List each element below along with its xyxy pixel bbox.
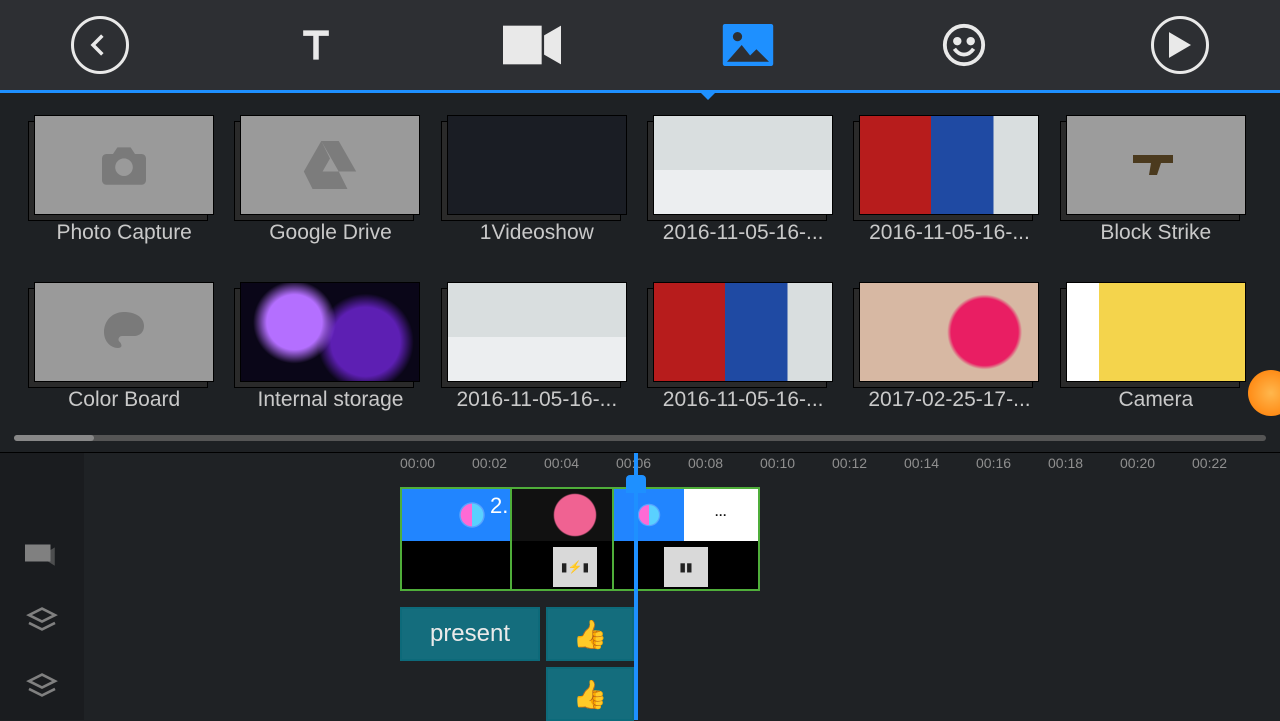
tile-google-drive[interactable]: Google Drive [236,115,424,264]
video-tab[interactable] [502,15,562,75]
media-grid: Photo Capture Google Drive 1Videoshow 20… [0,93,1280,435]
tile-label: 2016-11-05-16-... [663,388,824,412]
thumbnail [447,282,627,382]
tick: 00:18 [1048,455,1120,477]
tile-photo[interactable]: 2016-11-05-16-... [443,282,631,431]
emoji-tab[interactable] [934,15,994,75]
tile-label: 2016-11-05-16-... [456,388,617,412]
transition-icon[interactable]: ▮▮ [664,547,708,587]
tile-label: 2016-11-05-16-... [869,221,1030,245]
camcorder-icon [503,25,561,65]
tile-block-strike[interactable]: Block Strike [1062,115,1250,264]
tick: 00:12 [832,455,904,477]
tile-camera-folder[interactable]: Camera [1062,282,1250,431]
tile-photo[interactable]: 2016-11-05-16-... [855,115,1043,264]
tick: 00:08 [688,455,760,477]
track-headers [0,453,84,720]
thumbnail [447,115,627,215]
top-toolbar [0,0,1280,90]
tile-label: Google Drive [269,221,392,245]
thumbnail [240,282,420,382]
smile-icon [941,22,987,68]
play-icon [1151,16,1209,74]
thumbnail [859,115,1039,215]
layers-icon[interactable] [26,672,58,703]
thumbs-up-icon: 👍 [573,618,608,651]
tick: 00:10 [760,455,832,477]
tile-label: Block Strike [1100,221,1211,245]
overlay-track-2[interactable]: 👍 [546,667,634,721]
sticker-clip[interactable]: 👍 [546,667,634,721]
palette-icon [35,283,213,381]
text-icon [294,23,338,67]
tile-photo[interactable]: 2017-02-25-17-... [855,282,1043,431]
drive-icon [241,116,419,214]
video-track-icon[interactable] [25,540,59,571]
tick: 00:04 [544,455,616,477]
tile-videoshow[interactable]: 1Videoshow [443,115,631,264]
thumbs-up-icon: 👍 [573,678,608,711]
overlay-label: present [430,620,510,648]
active-tab-pointer [698,90,718,100]
tile-label: Internal storage [258,388,404,412]
thumbnail [653,115,833,215]
tick: 00:14 [904,455,976,477]
timeline[interactable]: 00:00 00:02 00:04 00:06 00:08 00:10 00:1… [0,452,1280,720]
text-overlay-clip[interactable]: present [400,607,540,661]
gun-icon [1067,116,1245,214]
thumbnail [653,282,833,382]
tile-label: Photo Capture [56,221,191,245]
tile-photo[interactable]: 2016-11-05-16-... [649,282,837,431]
tick: 00:22 [1192,455,1264,477]
play-button[interactable] [1150,15,1210,75]
tile-label: Color Board [68,388,180,412]
thumbnail [859,282,1039,382]
tick: 00:00 [400,455,472,477]
grid-scrollbar[interactable] [14,435,1266,441]
overlay-track-1[interactable]: present 👍 [400,607,634,661]
layers-icon[interactable] [26,606,58,637]
time-ruler[interactable]: 00:00 00:02 00:04 00:06 00:08 00:10 00:1… [400,455,1270,477]
text-tab[interactable] [286,15,346,75]
thumbnail [1066,282,1246,382]
tick: 00:02 [472,455,544,477]
sticker-clip[interactable]: 👍 [546,607,634,661]
camera-icon [35,116,213,214]
arrow-left-icon [71,16,129,74]
clip-thumb: ··· [684,489,758,541]
tick: 00:06 [616,455,688,477]
tick: 00:20 [1120,455,1192,477]
tile-label: 2016-11-05-16-... [663,221,824,245]
tile-label: Camera [1118,388,1193,412]
transition-icon[interactable]: ▮⚡▮ [553,547,597,587]
tile-photo-capture[interactable]: Photo Capture [30,115,218,264]
back-button[interactable] [70,15,130,75]
playhead[interactable] [634,453,638,720]
clip-thumb [614,489,684,541]
tile-color-board[interactable]: Color Board [30,282,218,431]
photo-tab[interactable] [718,15,778,75]
tile-label: 1Videoshow [480,221,594,245]
photo-icon [722,24,774,66]
tile-label: 2017-02-25-17-... [868,388,1030,412]
tile-photo[interactable]: 2016-11-05-16-... [649,115,837,264]
tick: 00:16 [976,455,1048,477]
tile-internal-storage[interactable]: Internal storage [236,282,424,431]
